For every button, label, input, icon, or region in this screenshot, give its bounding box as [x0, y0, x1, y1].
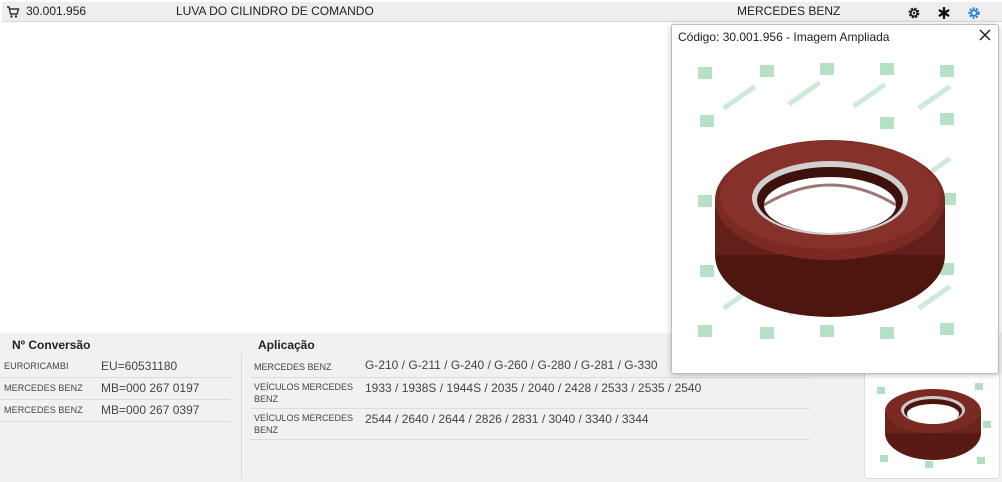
asterisk-icon	[938, 6, 950, 19]
application-value: 2544 / 2640 / 2644 / 2826 / 2831 / 3040 …	[365, 412, 649, 426]
settings-button[interactable]	[903, 3, 925, 22]
favorite-button[interactable]	[933, 3, 955, 22]
link-button[interactable]	[963, 3, 985, 22]
application-value: 1933 / 1938S / 1944S / 2035 / 2040 / 242…	[365, 381, 702, 395]
conversion-value: MB=000 267 0197	[101, 381, 200, 395]
product-page: 30.001.956 LUVA DO CILINDRO DE COMANDO M…	[0, 0, 1002, 482]
gear-icon	[908, 7, 920, 18]
product-description: LUVA DO CILINDRO DE COMANDO	[176, 4, 374, 18]
section-divider	[241, 353, 242, 479]
conversion-label: EURORICAMBI	[4, 361, 69, 371]
application-row: VEÍCULOS MERCEDES BENZ 1933 / 1938S / 19…	[250, 381, 810, 409]
conversion-row: MERCEDES BENZ MB=000 267 0197	[0, 378, 230, 400]
application-value: G-210 / G-211 / G-240 / G-260 / G-280 / …	[365, 358, 658, 372]
conversion-label: MERCEDES BENZ	[4, 383, 83, 393]
close-icon[interactable]	[978, 28, 992, 42]
cart-icon[interactable]	[6, 5, 20, 19]
product-brand: MERCEDES BENZ	[737, 4, 841, 18]
conversion-label: MERCEDES BENZ	[4, 405, 83, 415]
application-title: Aplicação	[258, 338, 315, 352]
application-row: VEÍCULOS MERCEDES BENZ 2544 / 2640 / 264…	[250, 412, 810, 440]
dialog-title: Código: 30.001.956 - Imagem Ampliada	[678, 30, 890, 44]
product-code: 30.001.956	[26, 4, 87, 18]
product-row[interactable]: 30.001.956 LUVA DO CILINDRO DE COMANDO M…	[2, 2, 1002, 22]
conversion-row: MERCEDES BENZ MB=000 267 0397	[0, 400, 230, 422]
seal-thumbnail-image	[877, 383, 991, 468]
conversion-row: EURORICAMBI EU=60531180	[0, 356, 230, 378]
product-thumbnail[interactable]	[864, 372, 1000, 479]
application-label: VEÍCULOS MERCEDES BENZ	[254, 413, 354, 435]
cog-link-icon	[968, 6, 980, 19]
application-label: VEÍCULOS MERCEDES BENZ	[254, 382, 354, 404]
application-label: MERCEDES BENZ	[254, 362, 332, 372]
seal-enlarged-image	[698, 63, 956, 339]
conversion-value: EU=60531180	[101, 359, 178, 373]
conversion-value: MB=000 267 0397	[101, 403, 200, 417]
enlarged-image-dialog: Código: 30.001.956 - Imagem Ampliada	[671, 24, 999, 374]
conversion-title: Nº Conversão	[12, 338, 91, 352]
